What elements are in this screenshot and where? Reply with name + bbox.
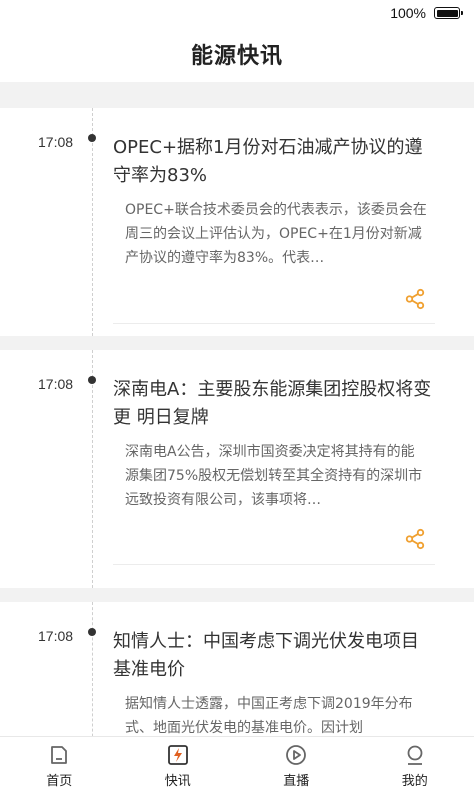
- timeline-dot: [88, 628, 96, 636]
- timeline-line: [92, 602, 93, 736]
- status-bar: 100%: [0, 0, 474, 28]
- news-time: 17:08: [38, 134, 74, 150]
- tab-home[interactable]: 首页: [0, 737, 119, 794]
- card-divider: [113, 564, 435, 565]
- tab-label: 我的: [401, 774, 428, 789]
- news-time: 17:08: [38, 376, 74, 392]
- flash-news-icon: [167, 745, 188, 765]
- news-summary[interactable]: OPEC+联合技术委员会的代表表示，该委员会在周三的会议上评估认为，OPEC+在…: [125, 198, 427, 270]
- battery-icon: [434, 7, 463, 19]
- news-title[interactable]: OPEC+据称1月份对石油减产协议的遵守率为83%: [113, 134, 433, 190]
- bottom-tab-bar: 首页 快讯 直播 我的: [0, 736, 474, 794]
- timeline-line: [92, 350, 93, 588]
- home-icon: [51, 746, 68, 764]
- user-icon: [407, 745, 423, 765]
- card-divider: [113, 323, 435, 324]
- news-time: 17:08: [38, 628, 74, 644]
- share-icon[interactable]: [404, 528, 430, 554]
- news-card[interactable]: 17:08 知情人士：中国考虑下调光伏发电项目基准电价 据知情人士透露，中国正考…: [0, 602, 474, 736]
- timeline-dot: [88, 376, 96, 384]
- news-title[interactable]: 深南电A：主要股东能源集团控股权将变更 明日复牌: [113, 376, 433, 432]
- header: 能源快讯: [0, 28, 474, 82]
- timeline-line: [92, 108, 93, 336]
- battery-percentage: 100%: [390, 5, 426, 21]
- news-summary[interactable]: 深南电A公告，深圳市国资委决定将其持有的能源集团75%股权无偿划转至其全资持有的…: [125, 440, 427, 512]
- timeline-dot: [88, 134, 96, 142]
- share-icon[interactable]: [404, 288, 430, 314]
- play-circle-icon: [286, 745, 307, 765]
- page-title: 能源快讯: [190, 44, 283, 69]
- tab-live[interactable]: 直播: [237, 737, 356, 794]
- tab-label: 首页: [46, 774, 73, 789]
- tab-label: 直播: [283, 774, 310, 789]
- tab-profile[interactable]: 我的: [356, 737, 474, 794]
- news-feed[interactable]: 17:08 OPEC+据称1月份对石油减产协议的遵守率为83% OPEC+联合技…: [0, 96, 474, 736]
- news-summary[interactable]: 据知情人士透露，中国正考虑下调2019年分布式、地面光伏发电的基准电价。因计划: [125, 692, 427, 736]
- tab-label: 快讯: [164, 774, 191, 789]
- news-card[interactable]: 17:08 OPEC+据称1月份对石油减产协议的遵守率为83% OPEC+联合技…: [0, 108, 474, 336]
- tab-flash-news[interactable]: 快讯: [119, 737, 238, 794]
- news-title[interactable]: 知情人士：中国考虑下调光伏发电项目基准电价: [113, 628, 433, 684]
- news-card[interactable]: 17:08 深南电A：主要股东能源集团控股权将变更 明日复牌 深南电A公告，深圳…: [0, 350, 474, 588]
